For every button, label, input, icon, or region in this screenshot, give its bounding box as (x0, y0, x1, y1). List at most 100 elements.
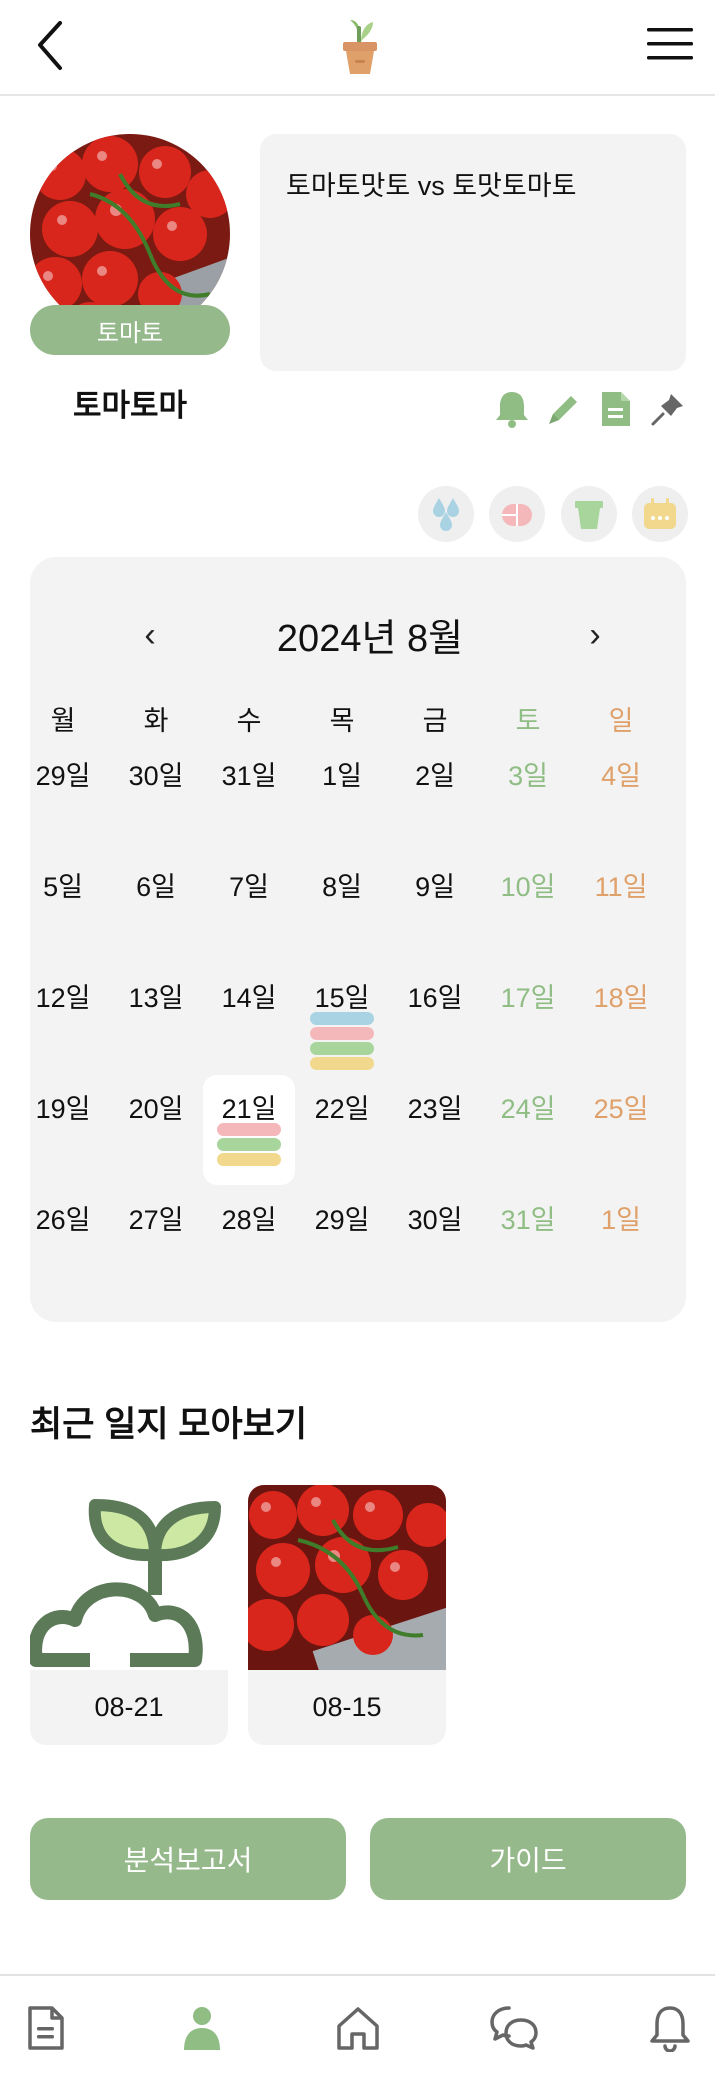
calendar-day-label: 18일 (593, 983, 649, 1013)
calendar-day-label: 26일 (35, 1205, 91, 1235)
calendar-day[interactable]: 16일 (389, 964, 481, 1074)
calendar-day[interactable]: 22일 (296, 1075, 388, 1185)
back-chevron-icon[interactable] (30, 18, 70, 73)
calendar-day-label: 2일 (415, 761, 455, 791)
pin-icon[interactable] (646, 387, 690, 431)
calendar-day[interactable]: 26일 (17, 1186, 109, 1296)
guide-button[interactable]: 가이드 (370, 1818, 686, 1900)
care-markers (217, 1123, 281, 1168)
calendar-day[interactable]: 24일 (482, 1075, 574, 1185)
calendar-day[interactable]: 30일 (110, 742, 202, 852)
calendar-day[interactable]: 14일 (203, 964, 295, 1074)
calendar-day[interactable]: 7일 (203, 853, 295, 963)
calendar-day-label: 16일 (407, 983, 463, 1013)
calendar-day[interactable]: 9일 (389, 853, 481, 963)
pill-icon[interactable] (489, 486, 546, 542)
plant-name: 토마토마 (72, 388, 188, 423)
chat-icon (490, 2006, 538, 2050)
calendar-day[interactable]: 15일 (296, 964, 388, 1074)
calendar-day-label: 7일 (229, 872, 269, 902)
document-icon[interactable] (594, 387, 638, 431)
tab-profile[interactable] (172, 1998, 232, 2058)
calendar-day-label: 22일 (314, 1094, 370, 1124)
calendar-day[interactable]: 31일 (203, 742, 295, 852)
calendar-day[interactable]: 29일 (296, 1186, 388, 1296)
calendar-day[interactable]: 18일 (575, 964, 667, 1074)
calendar-day[interactable]: 20일 (110, 1075, 202, 1185)
calendar-day[interactable]: 2일 (389, 742, 481, 852)
calendar-day-label: 11일 (594, 872, 648, 902)
report-button[interactable]: 분석보고서 (30, 1818, 346, 1900)
tab-chat[interactable] (484, 1998, 544, 2058)
hamburger-menu-icon[interactable] (645, 22, 695, 66)
calendar-day[interactable]: 23일 (389, 1075, 481, 1185)
calendar-day[interactable]: 8일 (296, 853, 388, 963)
calendar-day-today[interactable]: 21일 (203, 1075, 295, 1185)
plant-memo[interactable]: 토마토맛토 vs 토맛토마토 (260, 134, 686, 371)
calendar-day-label: 29일 (35, 761, 91, 791)
care-marker-bar (217, 1153, 281, 1166)
calendar-day[interactable]: 12일 (17, 964, 109, 1074)
document-icon (28, 2006, 64, 2050)
calendar-day[interactable]: 19일 (17, 1075, 109, 1185)
tab-notifications[interactable] (640, 1998, 700, 2058)
calendar-day[interactable]: 13일 (110, 964, 202, 1074)
calendar-day-label: 5일 (43, 872, 83, 902)
calendar-day[interactable]: 6일 (110, 853, 202, 963)
plant-photo (30, 134, 230, 334)
calendar-day[interactable]: 30일 (389, 1186, 481, 1296)
calendar-day-label: 1일 (601, 1205, 641, 1235)
bell-icon[interactable] (490, 387, 534, 431)
calendar-day[interactable]: 17일 (482, 964, 574, 1074)
log-card[interactable]: 08-15 (248, 1485, 446, 1745)
calendar-day[interactable]: 28일 (203, 1186, 295, 1296)
calendar-day-label: 21일 (221, 1094, 277, 1124)
pot-icon[interactable] (560, 486, 617, 542)
calendar-day-label: 27일 (128, 1205, 184, 1235)
calendar-day[interactable]: 31일 (482, 1186, 574, 1296)
pencil-icon[interactable] (542, 387, 586, 431)
care-marker-bar (310, 1057, 374, 1070)
calendar-day[interactable]: 27일 (110, 1186, 202, 1296)
calendar-day-label: 14일 (221, 983, 277, 1013)
calendar-day[interactable]: 1일 (575, 1186, 667, 1296)
care-marker-bar (310, 1012, 374, 1025)
calendar-day-label: 15일 (314, 983, 370, 1013)
log-date: 08-21 (94, 1692, 164, 1722)
calendar-day-label: 30일 (407, 1205, 463, 1235)
sprout-pot-logo-icon (343, 20, 377, 74)
calendar-day-label: 25일 (593, 1094, 649, 1124)
calendar-day-label: 20일 (128, 1094, 184, 1124)
calendar-day[interactable]: 4일 (575, 742, 667, 852)
calendar-day-label: 3일 (508, 761, 548, 791)
bottom-tab-bar (0, 1974, 715, 2074)
care-markers (310, 1012, 374, 1072)
care-marker-bar (310, 1027, 374, 1040)
recent-logs-title: 최근 일지 모아보기 (30, 1405, 308, 1444)
tab-home[interactable] (328, 1998, 388, 2058)
tab-diary[interactable] (16, 1998, 76, 2058)
calendar-icon[interactable] (631, 486, 688, 542)
calendar-day-label: 31일 (500, 1205, 556, 1235)
bell-icon (650, 2006, 690, 2052)
log-card[interactable]: 08-21 (30, 1485, 228, 1745)
tomato-photo (248, 1485, 446, 1670)
calendar-day[interactable]: 10일 (482, 853, 574, 963)
calendar-day[interactable]: 11일 (575, 853, 667, 963)
calendar-day-label: 12일 (35, 983, 91, 1013)
calendar-day-label: 4일 (601, 761, 641, 791)
calendar-day-label: 24일 (500, 1094, 556, 1124)
care-marker-bar (310, 1042, 374, 1055)
top-bar (0, 0, 715, 96)
calendar-day-label: 31일 (221, 761, 277, 791)
calendar-day[interactable]: 5일 (17, 853, 109, 963)
calendar-day-label: 28일 (221, 1205, 277, 1235)
calendar-day[interactable]: 25일 (575, 1075, 667, 1185)
calendar-day[interactable]: 1일 (296, 742, 388, 852)
calendar-day[interactable]: 3일 (482, 742, 574, 852)
calendar-day[interactable]: 29일 (17, 742, 109, 852)
plant-actions (490, 385, 690, 433)
sprout-illustration-icon (30, 1485, 228, 1670)
water-icon[interactable] (418, 486, 474, 542)
calendar-day-label: 1일 (322, 761, 362, 791)
